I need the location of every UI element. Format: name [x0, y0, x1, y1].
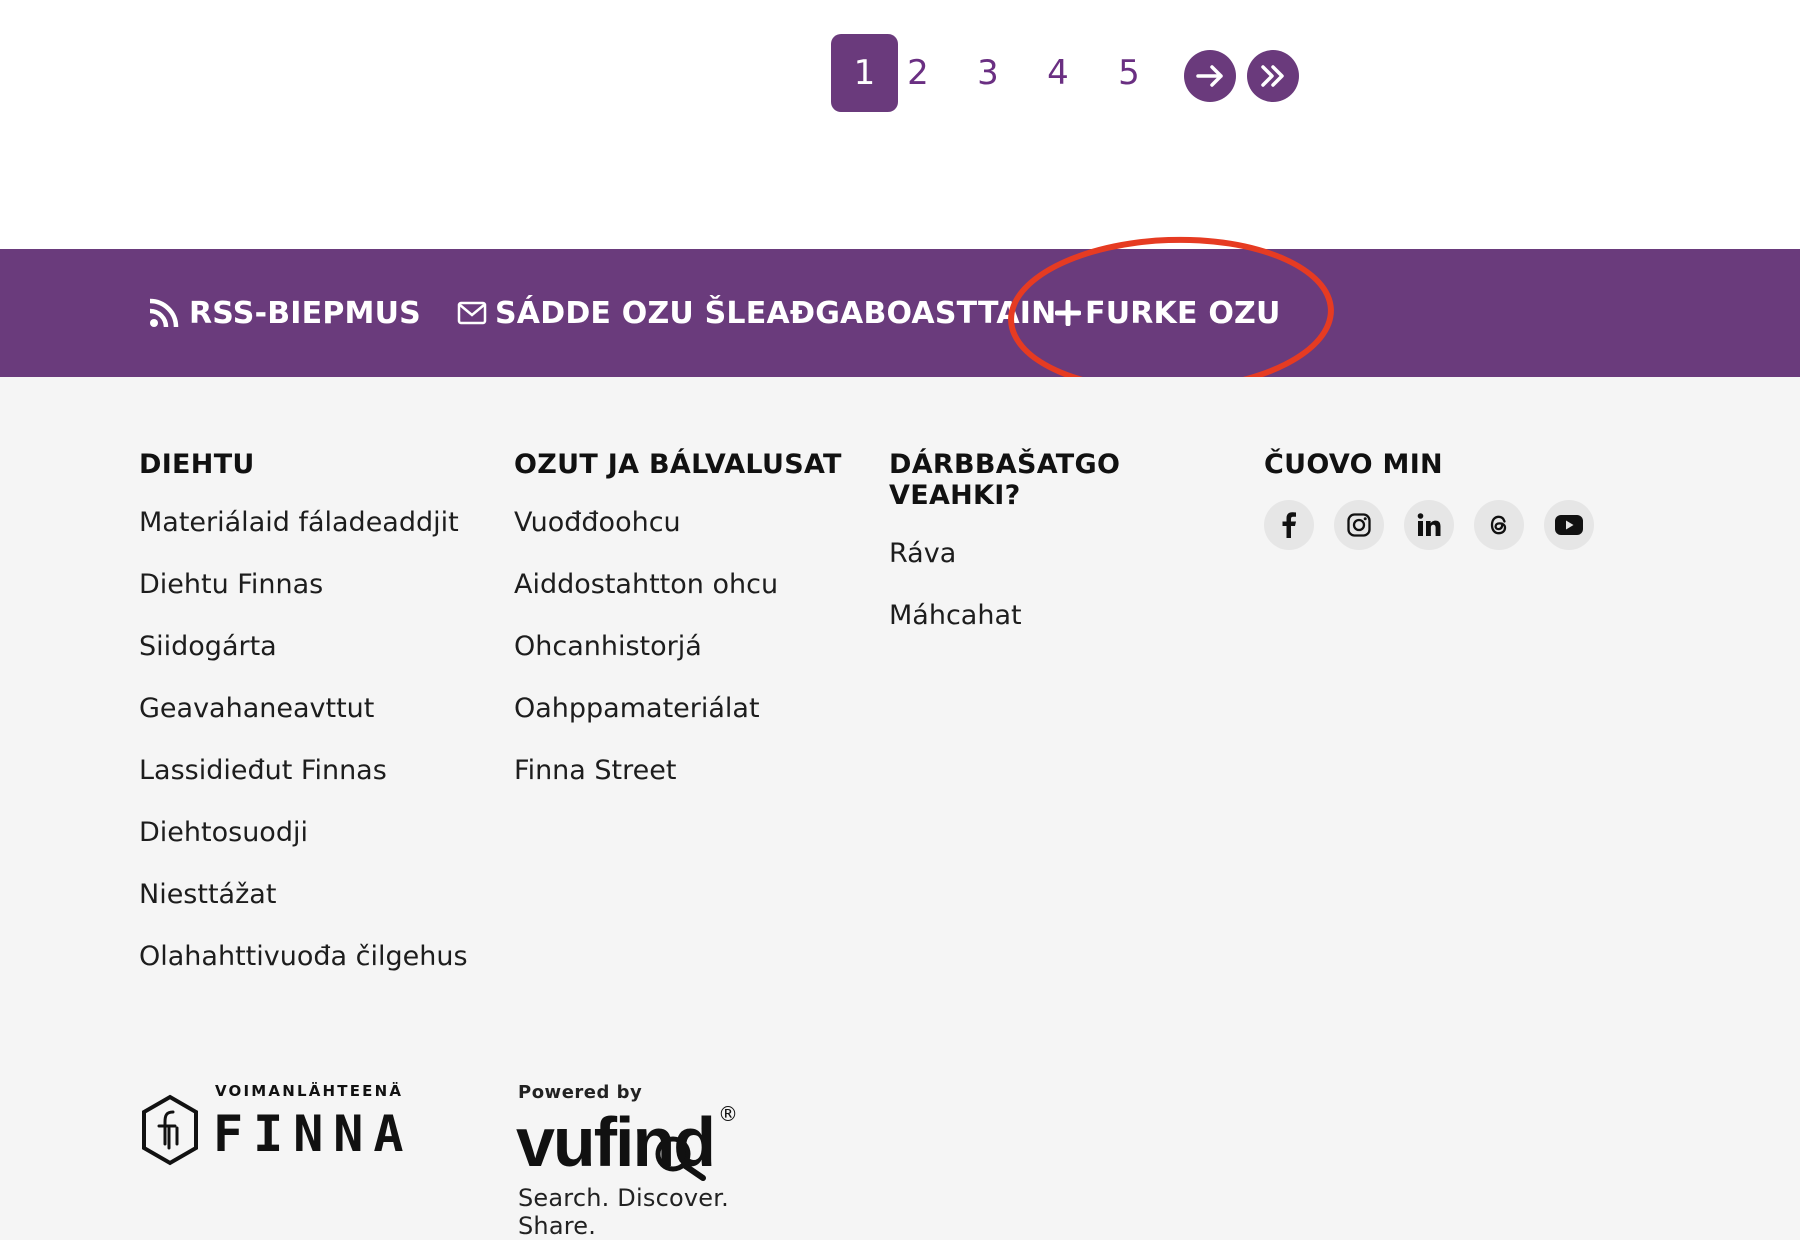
email-search-link[interactable]: SÁDDE OZU ŠLEAĐGABOASTTAIN: [457, 249, 1056, 377]
footer-link[interactable]: Siidogárta: [139, 616, 468, 678]
double-chevron-right-icon: [1261, 65, 1284, 87]
finna-emblem-icon: [142, 1094, 198, 1166]
footer-link[interactable]: Máhcahat: [889, 585, 1189, 647]
social-links: [1264, 500, 1594, 550]
footer-link[interactable]: Materiálaid fáladeaddjit: [139, 492, 468, 554]
facebook-link[interactable]: [1264, 500, 1314, 550]
footer-link[interactable]: Lassidieđut Finnas: [139, 740, 468, 802]
instagram-link[interactable]: [1334, 500, 1384, 550]
threads-link[interactable]: [1474, 500, 1524, 550]
save-search-link[interactable]: FURKE OZU: [1055, 249, 1281, 377]
rss-link[interactable]: RSS-BIEPMUS: [147, 249, 421, 377]
footer-link[interactable]: Ohcanhistorjá: [514, 616, 842, 678]
footer-link[interactable]: Vuođđoohcu: [514, 492, 842, 554]
rss-icon: [149, 298, 179, 328]
threads-icon: [1490, 515, 1507, 535]
footer-column-services: OZUT JA BÁLVALUSAT Vuođđoohcu Aiddostaht…: [514, 449, 842, 802]
action-bar: RSS-BIEPMUS SÁDDE OZU ŠLEAĐGABOASTTAIN F…: [0, 249, 1800, 377]
finna-wordmark: FINNA: [213, 1105, 414, 1163]
save-label: FURKE OZU: [1085, 295, 1281, 331]
footer-column-follow: ČUOVO MIN: [1264, 449, 1594, 550]
column-heading: OZUT JA BÁLVALUSAT: [514, 449, 842, 480]
envelope-icon: [457, 301, 487, 325]
finna-logo[interactable]: VOIMANLÄHTEENÄ FINNA: [139, 1082, 404, 1182]
email-label: SÁDDE OZU ŠLEAĐGABOASTTAIN: [495, 295, 1057, 331]
footer-link[interactable]: Finna Street: [514, 740, 842, 802]
footer-link[interactable]: Oahppamateriálat: [514, 678, 842, 740]
vufind-slogan: Search. Discover. Share.: [518, 1184, 729, 1240]
column-heading: ČUOVO MIN: [1264, 449, 1443, 480]
registered-mark: ®: [718, 1102, 738, 1126]
youtube-link[interactable]: [1544, 500, 1594, 550]
finna-tagline: VOIMANLÄHTEENÄ: [215, 1082, 404, 1100]
footer-link[interactable]: Diehtu Finnas: [139, 554, 468, 616]
footer: DIEHTU Materiálaid fáladeaddjit Diehtu F…: [0, 377, 1800, 1240]
arrow-right-icon: [1196, 65, 1223, 87]
rss-label: RSS-BIEPMUS: [189, 295, 421, 331]
magnifier-icon: [655, 1136, 706, 1181]
youtube-icon: [1555, 515, 1583, 535]
footer-column-help: DÁRBBAŠATGO VEAHKI? Ráva Máhcahat: [889, 449, 1189, 647]
footer-link[interactable]: Ráva: [889, 523, 1189, 585]
footer-link[interactable]: Olahahttivuođa čilgehus: [139, 926, 468, 988]
facebook-icon: [1282, 512, 1296, 538]
footer-link[interactable]: Niesttážat: [139, 864, 468, 926]
footer-link[interactable]: Aiddostahtton ohcu: [514, 554, 842, 616]
column-heading: DIEHTU: [139, 449, 255, 480]
page-5-button[interactable]: 5: [1109, 34, 1149, 112]
footer-link[interactable]: Geavahaneavttut: [139, 678, 468, 740]
footer-column-info: DIEHTU Materiálaid fáladeaddjit Diehtu F…: [139, 449, 468, 988]
instagram-icon: [1347, 513, 1371, 537]
linkedin-icon: [1417, 513, 1441, 536]
page-2-button[interactable]: 2: [898, 34, 938, 112]
linkedin-link[interactable]: [1404, 500, 1454, 550]
footer-link[interactable]: Diehtosuodji: [139, 802, 468, 864]
last-page-button[interactable]: [1247, 50, 1299, 102]
page-4-button[interactable]: 4: [1038, 34, 1078, 112]
plus-icon: [1055, 300, 1081, 326]
page-1-button[interactable]: 1: [831, 34, 898, 112]
column-heading: DÁRBBAŠATGO VEAHKI?: [889, 449, 1121, 511]
powered-by-text: Powered by: [518, 1082, 643, 1103]
vufind-logo[interactable]: Powered by vufind ® Search. Discover. Sh…: [516, 1082, 796, 1240]
page-3-button[interactable]: 3: [968, 34, 1008, 112]
next-page-button[interactable]: [1184, 50, 1236, 102]
